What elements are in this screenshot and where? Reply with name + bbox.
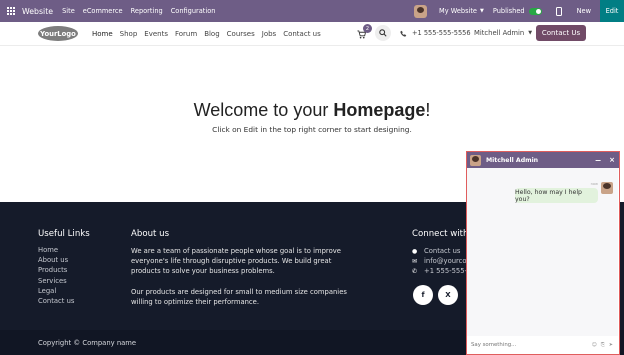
admin-navbar: Website Site eCommerce Reporting Configu… [0,0,624,22]
nav-contact-us[interactable]: Contact us [283,30,321,38]
facebook-icon[interactable]: f [413,285,433,305]
footer-link-services[interactable]: Services [38,277,74,287]
hero-title-bold: Homepage [333,100,426,120]
x-twitter-icon[interactable]: X [438,285,458,305]
nav-forum[interactable]: Forum [175,30,197,38]
search-button[interactable] [375,25,391,41]
nav-shop[interactable]: Shop [120,30,138,38]
search-icon [379,29,387,37]
nav-events[interactable]: Events [144,30,168,38]
menu-reporting[interactable]: Reporting [131,7,163,15]
connect-email-label: info@yourco [424,257,467,266]
chat-messages: now Hello, how may I help you? [467,168,618,336]
nav-blog[interactable]: Blog [204,30,219,38]
hero-title-suffix: ! [425,100,431,120]
attachment-icon[interactable]: ⎘ [601,342,605,348]
footer-link-about-us[interactable]: About us [38,256,74,266]
nav-jobs[interactable]: Jobs [262,30,276,38]
about-heading: About us [131,229,170,239]
menu-ecommerce[interactable]: eCommerce [83,7,123,15]
chevron-down-icon: ▼ [480,8,484,14]
hero-title: Welcome to your Homepage! [0,100,624,121]
connect-contact-label: Contact us [424,247,461,256]
close-icon[interactable]: × [605,156,619,164]
livechat-window: Mitchell Admin − × now Hello, how may I … [466,151,620,355]
connect-phone[interactable]: ✆ +1 555-555-5 [412,266,471,276]
useful-links-heading: Useful Links [38,229,90,239]
website-switcher[interactable]: My Website ▼ [439,7,484,15]
menu-site[interactable]: Site [62,7,75,15]
message-author-avatar [601,182,613,194]
apps-grid-icon[interactable] [0,0,22,22]
chat-operator-avatar [470,154,481,166]
useful-links-list: Home About us Products Services Legal Co… [38,246,74,307]
nav-courses[interactable]: Courses [227,30,255,38]
about-paragraph-1: We are a team of passionate people whose… [131,247,341,276]
mobile-preview-icon[interactable] [555,6,562,16]
connect-email[interactable]: ✉ info@yourco [412,256,471,266]
envelope-icon: ✉ [412,257,418,265]
website-switcher-label: My Website [439,7,477,15]
message-time: now [590,182,598,186]
publish-toggle[interactable]: Published [493,7,542,15]
site-logo[interactable]: YourLogo [38,26,78,41]
chevron-down-icon: ▼ [528,30,533,36]
minimize-icon[interactable]: − [591,156,605,165]
user-menu-label: Mitchell Admin [474,29,525,37]
chat-composer: ☺ ⎘ ➤ [471,339,613,351]
chat-message-input[interactable] [471,342,571,348]
connect-contact-us[interactable]: ● Contact us [412,246,471,256]
menu-configuration[interactable]: Configuration [171,7,216,15]
user-menu[interactable]: Mitchell Admin ▼ [474,29,532,37]
hero-subtitle: Click on Edit in the top right corner to… [212,125,412,134]
footer-link-contact-us[interactable]: Contact us [38,297,74,307]
footer-link-home[interactable]: Home [38,246,74,256]
about-paragraph-2: Our products are designed for small to m… [131,287,347,306]
footer-link-legal[interactable]: Legal [38,287,74,297]
phone-icon: ✆ [412,267,418,275]
nav-home[interactable]: Home [92,30,113,38]
header-phone-number: +1 555-555-5556 [412,29,471,37]
footer-link-products[interactable]: Products [38,266,74,276]
hero-title-prefix: Welcome to your [193,100,334,120]
chat-title: Mitchell Admin [486,156,539,164]
phone-icon [400,30,407,37]
chat-header[interactable]: Mitchell Admin − × [467,152,619,168]
connect-phone-label: +1 555-555-5 [424,267,472,276]
user-avatar[interactable] [414,4,428,18]
edit-button[interactable]: Edit [600,0,624,22]
cart-count-badge: 2 [363,24,372,33]
comment-icon: ● [412,247,418,255]
new-button[interactable]: New [577,7,591,15]
site-header: YourLogo Home Shop Events Forum Blog Cou… [0,22,624,46]
toggle-switch-icon[interactable] [528,7,542,15]
app-brand[interactable]: Website [22,7,53,16]
header-phone[interactable]: +1 555-555-5556 [400,29,471,37]
contact-us-button[interactable]: Contact Us [536,25,586,41]
send-icon[interactable]: ➤ [609,342,613,348]
copyright-text: Copyright © Company name [38,339,137,347]
about-text: We are a team of passionate people whose… [131,246,361,307]
connect-list: ● Contact us ✉ info@yourco ✆ +1 555-555-5 [412,246,471,277]
published-label: Published [492,7,525,15]
emoji-icon[interactable]: ☺ [592,342,597,348]
chat-message-bubble: Hello, how may I help you? [515,188,598,203]
